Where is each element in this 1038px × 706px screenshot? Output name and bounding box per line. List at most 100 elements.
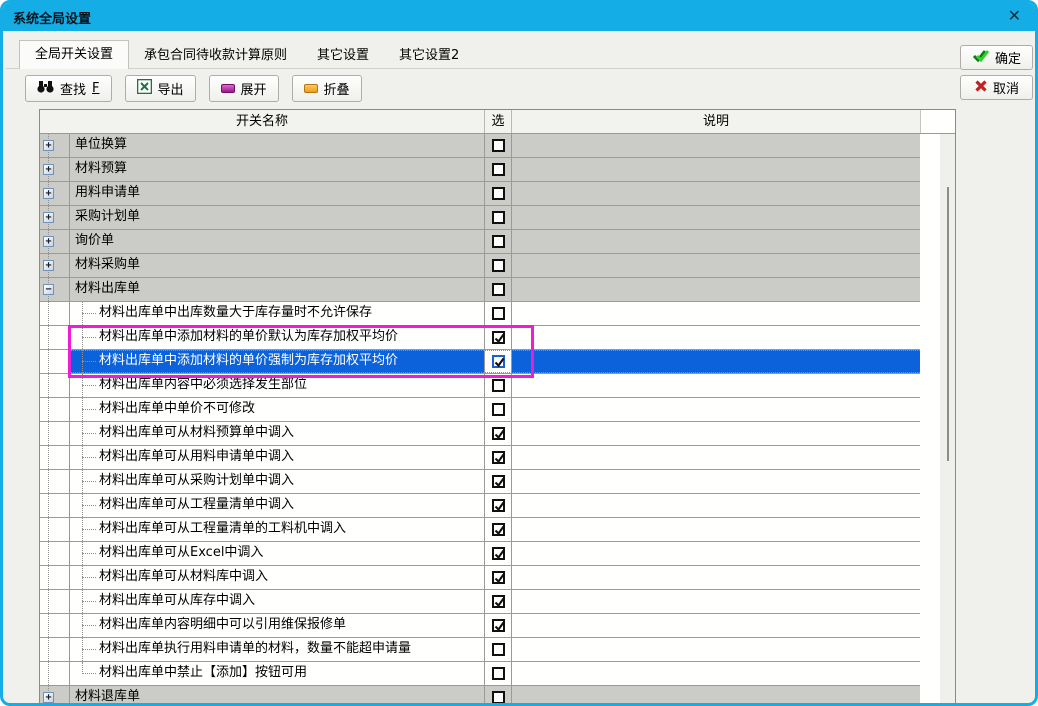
- table-row[interactable]: 材料出库单可从Excel中调入: [40, 542, 920, 566]
- switch-name-cell[interactable]: 用料申请单: [70, 182, 485, 205]
- row-checkbox[interactable]: [492, 139, 505, 152]
- cancel-button[interactable]: 取消: [960, 75, 1033, 100]
- description-cell[interactable]: [512, 158, 920, 181]
- row-checkbox[interactable]: [492, 667, 505, 680]
- description-cell[interactable]: [512, 302, 920, 325]
- expand-toggle-icon[interactable]: +: [43, 692, 54, 703]
- row-checkbox[interactable]: [492, 331, 505, 344]
- tab-other-settings-2[interactable]: 其它设置2: [384, 43, 474, 69]
- switch-name-cell[interactable]: 材料出库单可从Excel中调入: [70, 542, 485, 565]
- table-row[interactable]: 材料出库单执行用料申请单的材料，数量不能超申请量: [40, 638, 920, 662]
- switch-name-cell[interactable]: 材料出库单可从用料申请单中调入: [70, 446, 485, 469]
- row-checkbox[interactable]: [492, 355, 505, 368]
- tab-contract-receivable-rules[interactable]: 承包合同待收款计算原则: [129, 43, 302, 69]
- description-cell[interactable]: [512, 326, 920, 349]
- table-row[interactable]: + 询价单: [40, 230, 920, 254]
- tab-global-switch-settings[interactable]: 全局开关设置: [19, 40, 129, 69]
- switch-name-cell[interactable]: 材料出库单内容中必须选择发生部位: [70, 374, 485, 397]
- expand-toggle-icon[interactable]: −: [43, 284, 54, 295]
- description-cell[interactable]: [512, 686, 920, 706]
- row-checkbox[interactable]: [492, 259, 505, 272]
- row-checkbox[interactable]: [492, 235, 505, 248]
- expand-toggle-icon[interactable]: +: [43, 260, 54, 271]
- description-cell[interactable]: [512, 470, 920, 493]
- vertical-scrollbar[interactable]: [940, 134, 955, 706]
- description-cell[interactable]: [512, 398, 920, 421]
- row-checkbox[interactable]: [492, 499, 505, 512]
- description-cell[interactable]: [512, 182, 920, 205]
- table-row[interactable]: 材料出库单内容明细中可以引用维保报修单: [40, 614, 920, 638]
- table-row[interactable]: 材料出库单内容中必须选择发生部位: [40, 374, 920, 398]
- table-row[interactable]: 材料出库单可从工程量清单中调入: [40, 494, 920, 518]
- row-checkbox[interactable]: [492, 403, 505, 416]
- switch-name-cell[interactable]: 材料出库单中添加材料的单价默认为库存加权平均价: [70, 326, 485, 349]
- description-cell[interactable]: [512, 254, 920, 277]
- table-row[interactable]: 材料出库单可从采购计划单中调入: [40, 470, 920, 494]
- switch-name-cell[interactable]: 材料出库单中单价不可修改: [70, 398, 485, 421]
- description-cell[interactable]: [512, 350, 920, 373]
- description-cell[interactable]: [512, 542, 920, 565]
- description-cell[interactable]: [512, 566, 920, 589]
- switch-name-cell[interactable]: 材料出库单中禁止【添加】按钮可用: [70, 662, 485, 685]
- row-checkbox[interactable]: [492, 643, 505, 656]
- row-checkbox[interactable]: [492, 283, 505, 296]
- switch-name-cell[interactable]: 单位换算: [70, 134, 485, 157]
- switch-name-cell[interactable]: 材料出库单可从库存中调入: [70, 590, 485, 613]
- table-row[interactable]: + 材料采购单: [40, 254, 920, 278]
- table-row[interactable]: + 材料退库单: [40, 686, 920, 706]
- expand-toggle-icon[interactable]: +: [43, 212, 54, 223]
- table-row[interactable]: 材料出库单中添加材料的单价强制为库存加权平均价: [40, 350, 920, 374]
- expand-toggle-icon[interactable]: +: [43, 140, 54, 151]
- vertical-scrollbar-thumb[interactable]: [947, 187, 949, 461]
- description-cell[interactable]: [512, 638, 920, 661]
- description-cell[interactable]: [512, 374, 920, 397]
- switch-name-cell[interactable]: 材料退库单: [70, 686, 485, 706]
- description-cell[interactable]: [512, 446, 920, 469]
- expand-toggle-icon[interactable]: +: [43, 164, 54, 175]
- close-icon[interactable]: ✕: [1008, 6, 1021, 26]
- ok-button[interactable]: 确定: [960, 45, 1033, 70]
- switch-name-cell[interactable]: 材料采购单: [70, 254, 485, 277]
- table-row[interactable]: + 采购计划单: [40, 206, 920, 230]
- table-row[interactable]: + 材料预算: [40, 158, 920, 182]
- row-checkbox[interactable]: [492, 619, 505, 632]
- row-checkbox[interactable]: [492, 451, 505, 464]
- row-checkbox[interactable]: [492, 163, 505, 176]
- switch-name-cell[interactable]: 材料出库单可从工程量清单的工料机中调入: [70, 518, 485, 541]
- column-header-switch-name[interactable]: 开关名称: [40, 110, 485, 133]
- table-row[interactable]: + 单位换算: [40, 134, 920, 158]
- row-checkbox[interactable]: [492, 475, 505, 488]
- export-button[interactable]: 导出: [125, 75, 196, 102]
- switch-name-cell[interactable]: 材料出库单可从材料库中调入: [70, 566, 485, 589]
- row-checkbox[interactable]: [492, 187, 505, 200]
- switch-name-cell[interactable]: 材料出库单执行用料申请单的材料，数量不能超申请量: [70, 638, 485, 661]
- expand-toggle-icon[interactable]: +: [43, 236, 54, 247]
- description-cell[interactable]: [512, 422, 920, 445]
- switch-name-cell[interactable]: 材料预算: [70, 158, 485, 181]
- expand-all-button[interactable]: 展开: [209, 75, 279, 102]
- titlebar[interactable]: 系统全局设置 ✕: [3, 3, 1035, 31]
- table-row[interactable]: 材料出库单可从材料预算单中调入: [40, 422, 920, 446]
- table-row[interactable]: 材料出库单中禁止【添加】按钮可用: [40, 662, 920, 686]
- switch-name-cell[interactable]: 材料出库单: [70, 278, 485, 301]
- description-cell[interactable]: [512, 518, 920, 541]
- tab-other-settings[interactable]: 其它设置: [302, 43, 384, 69]
- table-row[interactable]: 材料出库单中出库数量大于库存量时不允许保存: [40, 302, 920, 326]
- switch-name-cell[interactable]: 材料出库单可从材料预算单中调入: [70, 422, 485, 445]
- row-checkbox[interactable]: [492, 211, 505, 224]
- description-cell[interactable]: [512, 494, 920, 517]
- row-checkbox[interactable]: [492, 427, 505, 440]
- description-cell[interactable]: [512, 134, 920, 157]
- description-cell[interactable]: [512, 614, 920, 637]
- switch-name-cell[interactable]: 材料出库单内容明细中可以引用维保报修单: [70, 614, 485, 637]
- row-checkbox[interactable]: [492, 691, 505, 704]
- collapse-all-button[interactable]: 折叠: [292, 75, 362, 102]
- switch-name-cell[interactable]: 材料出库单中出库数量大于库存量时不允许保存: [70, 302, 485, 325]
- row-checkbox[interactable]: [492, 547, 505, 560]
- table-row[interactable]: 材料出库单可从库存中调入: [40, 590, 920, 614]
- table-row[interactable]: + 用料申请单: [40, 182, 920, 206]
- table-row[interactable]: 材料出库单中添加材料的单价默认为库存加权平均价: [40, 326, 920, 350]
- description-cell[interactable]: [512, 590, 920, 613]
- description-cell[interactable]: [512, 662, 920, 685]
- column-header-select[interactable]: 选: [485, 110, 512, 133]
